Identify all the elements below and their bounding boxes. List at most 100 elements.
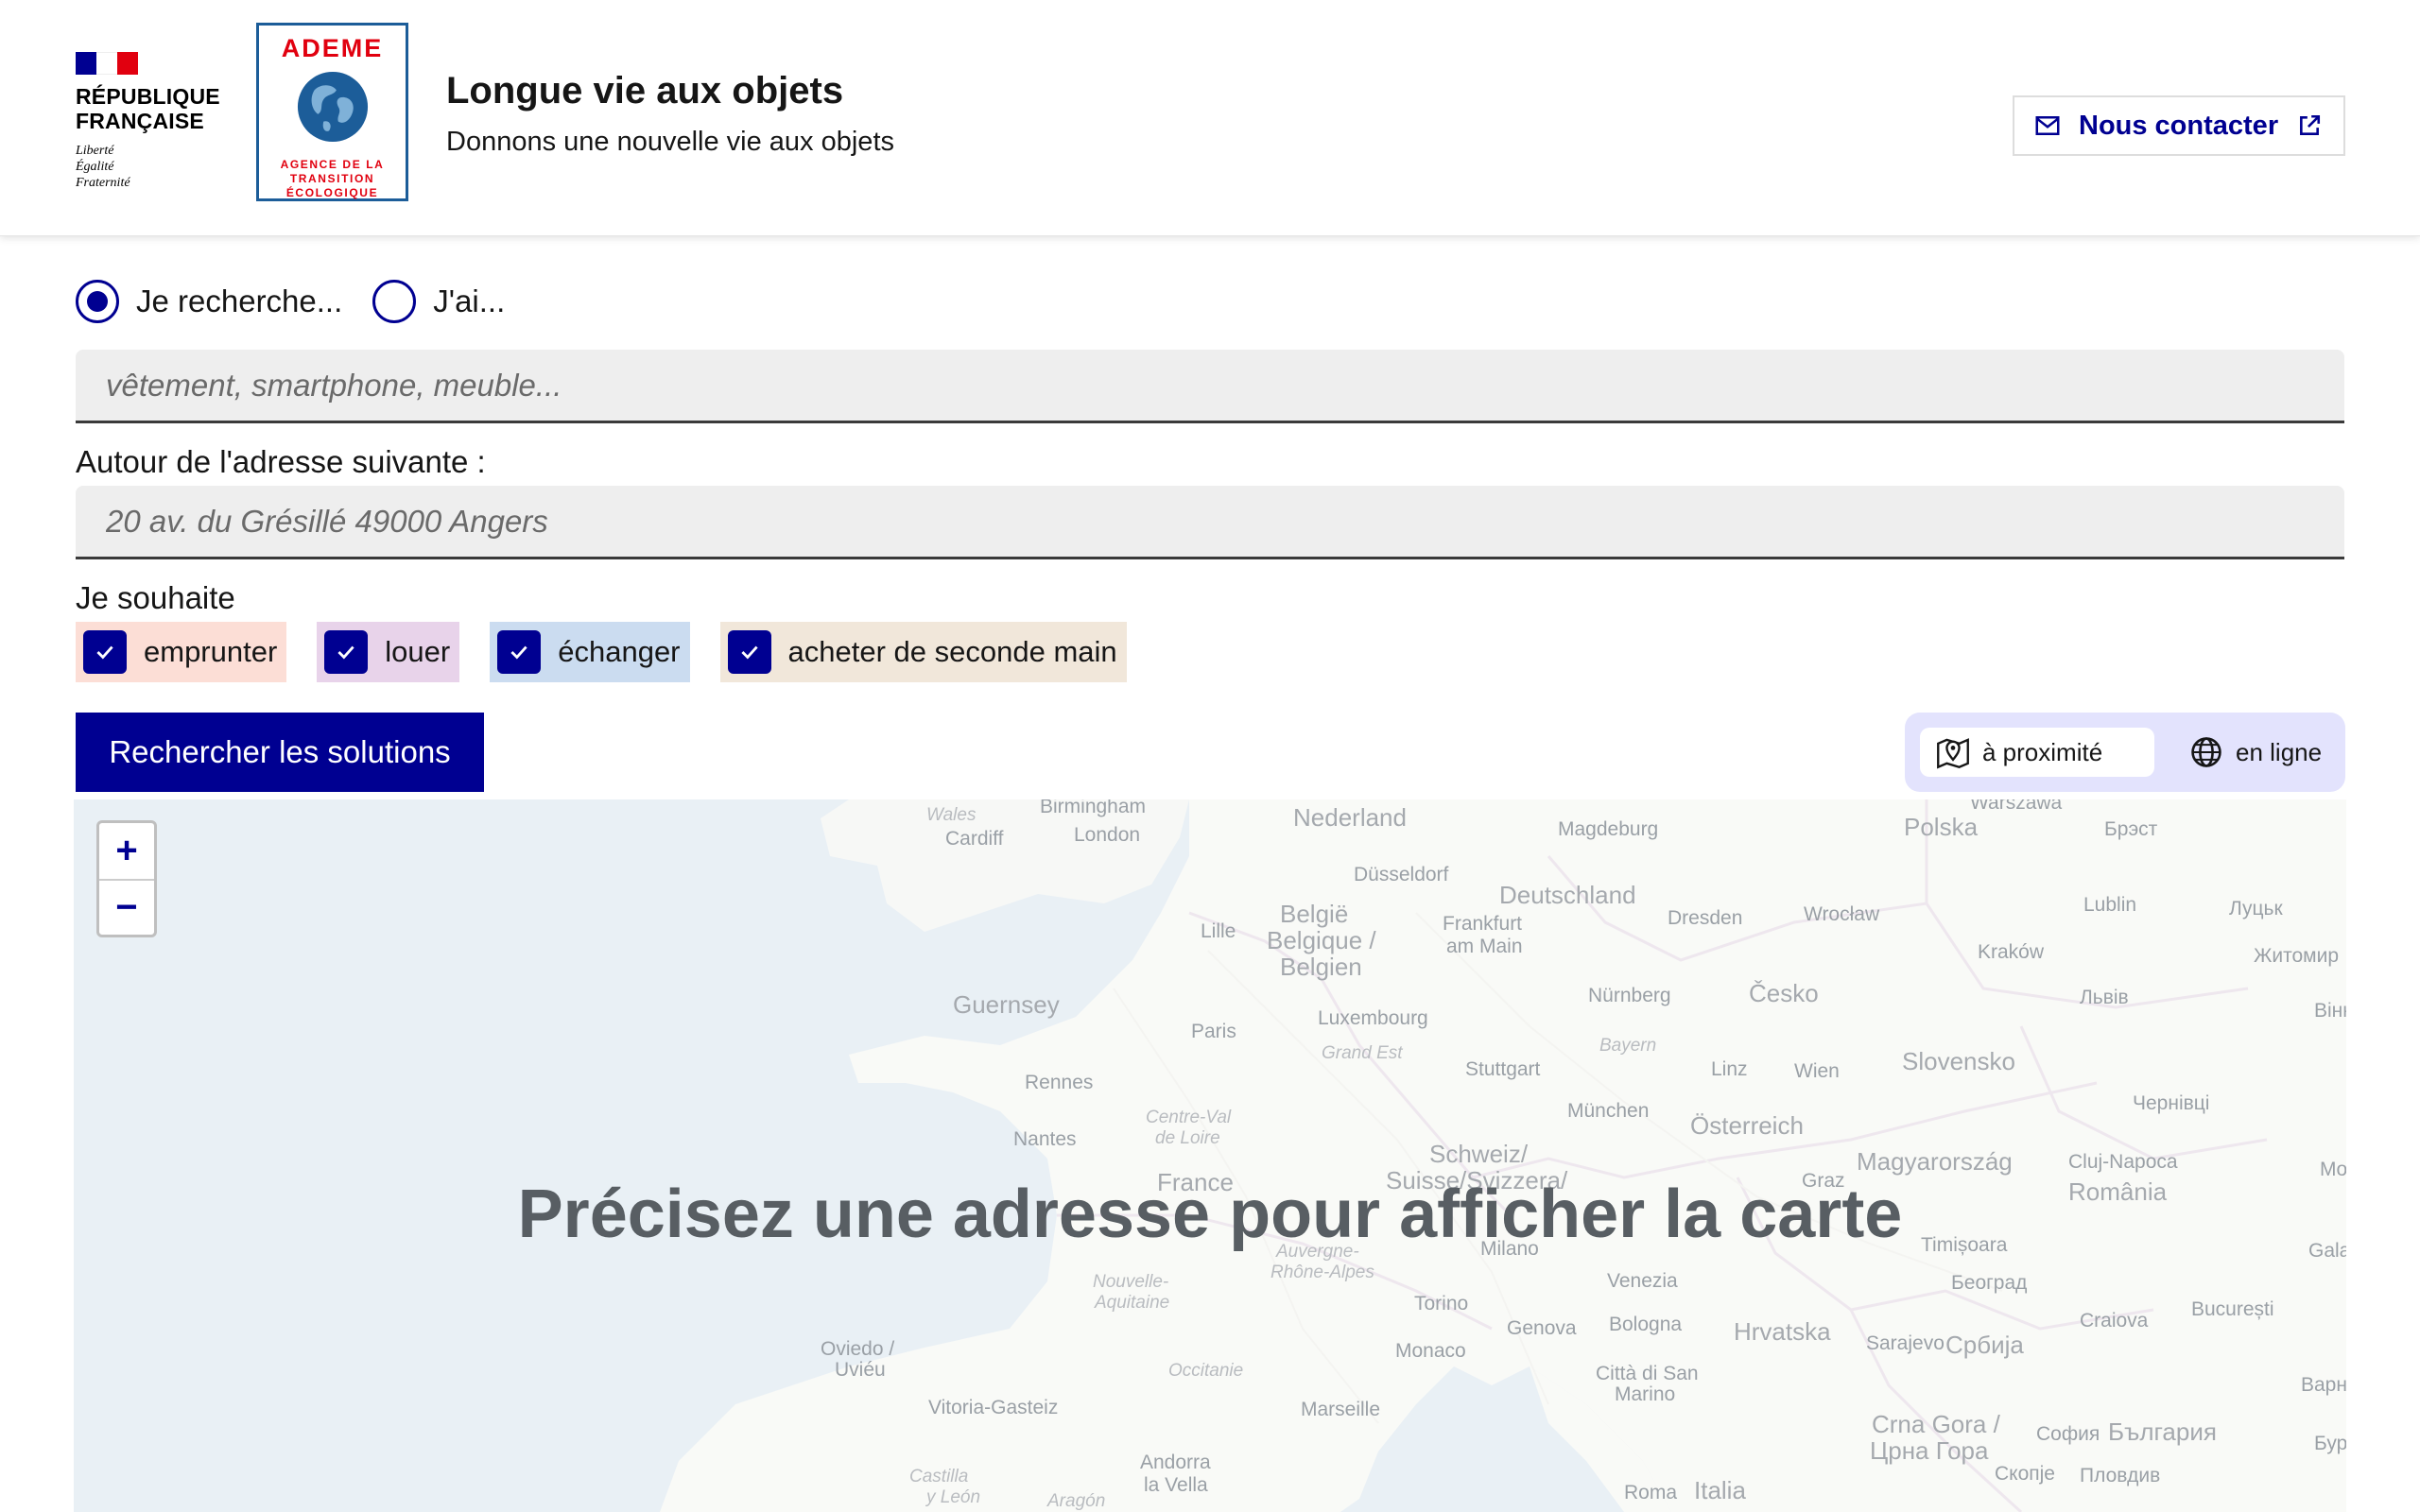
map-place-label: Nederland xyxy=(1293,803,1407,832)
external-link-icon xyxy=(2297,113,2322,138)
map-place-label: België xyxy=(1280,900,1349,928)
map-place-label: Nürnberg xyxy=(1588,985,1671,1006)
globe-icon xyxy=(2187,732,2226,772)
map-place-label: Скопје xyxy=(1995,1463,2055,1485)
wish-label: Je souhaite xyxy=(76,580,235,615)
toggle-nearby-label: à proximité xyxy=(1982,737,2103,766)
map-place-label: Бур xyxy=(2314,1433,2346,1454)
toggle-nearby[interactable]: à proximité xyxy=(1920,728,2154,777)
map-place-label: de Loire xyxy=(1155,1128,1220,1148)
map-place-label: Luxembourg xyxy=(1318,1007,1428,1029)
radio-label-have[interactable]: J'ai... xyxy=(433,284,505,319)
view-mode-toggle: à proximité en ligne xyxy=(1905,713,2345,792)
map-place-label: Venezia xyxy=(1607,1270,1678,1292)
map-place-label: Bayern xyxy=(1599,1036,1657,1056)
checkbox-checked-icon[interactable] xyxy=(83,630,127,674)
map-place-label: Србија xyxy=(1945,1331,2024,1359)
republique-motto: Liberté Égalité Fraternité xyxy=(76,144,130,190)
ademe-subtitle: AGENCE DE LA TRANSITION ÉCOLOGIQUE xyxy=(280,158,385,199)
globe-icon xyxy=(297,71,368,143)
map-place-label: Вінн xyxy=(2314,1000,2346,1022)
mail-icon xyxy=(2033,112,2062,140)
french-flag-icon xyxy=(76,52,138,75)
radio-search-mode-looking[interactable] xyxy=(76,280,119,323)
map-place-label: Vitoria-Gasteiz xyxy=(928,1397,1059,1418)
checkbox-checked-icon[interactable] xyxy=(497,630,542,674)
map-container[interactable]: Birmingham Wales Cardiff London Nederlan… xyxy=(74,799,2346,1512)
map-place-label: Polska xyxy=(1904,813,1979,841)
wish-checkbox-borrow[interactable]: emprunter xyxy=(76,622,287,682)
map-place-label: Crna Gora / xyxy=(1872,1410,2000,1438)
object-search-input[interactable] xyxy=(76,350,2344,423)
map-place-label: Aquitaine xyxy=(1095,1293,1170,1313)
republique-francaise-logo[interactable]: RÉPUBLIQUE FRANÇAISE Liberté Égalité Fra… xyxy=(76,52,236,191)
map-place-label: Cardiff xyxy=(945,828,1004,850)
map-place-label: България xyxy=(2108,1418,2217,1446)
map-place-label: București xyxy=(2191,1298,2274,1320)
map-place-label: Marino xyxy=(1615,1383,1676,1405)
map-place-label: Genova xyxy=(1507,1317,1577,1339)
map-place-label: Aragón xyxy=(1047,1491,1106,1511)
wish-checkbox-exchange[interactable]: échanger xyxy=(490,622,690,682)
map-place-label: Birmingham xyxy=(1040,799,1147,817)
map-place-label: Belgique / xyxy=(1267,926,1376,954)
map-place-label: Rennes xyxy=(1025,1072,1094,1093)
republique-name: RÉPUBLIQUE FRANÇAISE xyxy=(76,84,220,133)
map-place-label: Lille xyxy=(1201,920,1236,942)
wish-checkbox-buy-second-hand[interactable]: acheter de seconde main xyxy=(719,622,1127,682)
map-place-label: Slovensko xyxy=(1902,1047,2015,1075)
wish-label-buy-second-hand: acheter de seconde main xyxy=(787,635,1117,668)
wish-checkbox-rent[interactable]: louer xyxy=(317,622,460,682)
map-place-label: Uviéu xyxy=(835,1359,886,1381)
map-place-label: Magdeburg xyxy=(1558,818,1659,840)
contact-button[interactable]: Nous contacter xyxy=(2013,95,2345,156)
map-place-label: Београд xyxy=(1951,1272,2028,1294)
map-place-label: Occitanie xyxy=(1168,1361,1244,1381)
wish-checkbox-group: emprunter louer échanger acheter de seco… xyxy=(76,622,1157,682)
wish-label-exchange: échanger xyxy=(558,635,681,668)
ademe-logo[interactable]: ADEME AGENCE DE LA TRANSITION ÉCOLOGIQUE xyxy=(256,23,408,201)
wish-label-borrow: emprunter xyxy=(144,635,278,668)
checkbox-checked-icon[interactable] xyxy=(324,630,369,674)
checkbox-checked-icon[interactable] xyxy=(727,630,771,674)
map-pin-icon xyxy=(1933,732,1973,772)
radio-label-looking[interactable]: Je recherche... xyxy=(136,284,342,319)
map-place-label: София xyxy=(2036,1423,2100,1445)
map-place-label: Житомир xyxy=(2254,945,2340,967)
map-place-label: Guernsey xyxy=(953,990,1060,1019)
map-place-label: Torino xyxy=(1414,1293,1469,1314)
wish-label-rent: louer xyxy=(385,635,451,668)
map-place-label: Grand Est xyxy=(1322,1043,1403,1063)
map-place-label: Kraków xyxy=(1978,941,2045,963)
zoom-in-button[interactable]: + xyxy=(99,823,154,879)
map-place-label: y León xyxy=(926,1487,981,1507)
map-place-label: Cluj-Napoca xyxy=(2068,1151,2178,1173)
address-input[interactable] xyxy=(76,486,2344,559)
map-place-label: München xyxy=(1567,1100,1650,1122)
map-place-label: Andorra xyxy=(1140,1452,1211,1473)
map-zoom-control: + − xyxy=(96,820,157,937)
map-place-label: Schweiz/ xyxy=(1429,1140,1529,1168)
search-mode-radio-group: Je recherche... J'ai... xyxy=(76,280,535,323)
map-place-label: la Vella xyxy=(1144,1474,1208,1496)
map-place-label: Linz xyxy=(1711,1058,1748,1080)
map-place-label: Чернівці xyxy=(2133,1092,2210,1114)
map-place-label: Stuttgart xyxy=(1465,1058,1541,1080)
site-tagline: Donnons une nouvelle vie aux objets xyxy=(446,127,894,157)
map-place-label: Nouvelle- xyxy=(1093,1272,1169,1292)
contact-label: Nous contacter xyxy=(2079,110,2279,141)
search-solutions-button[interactable]: Rechercher les solutions xyxy=(76,713,484,792)
toggle-online-label: en ligne xyxy=(2236,737,2323,766)
map-place-label: Frankfurt xyxy=(1443,913,1523,935)
radio-search-mode-have[interactable] xyxy=(372,280,417,323)
map-place-label: Magyarország xyxy=(1857,1147,2013,1176)
map-place-label: Düsseldorf xyxy=(1354,864,1449,885)
toggle-online[interactable]: en ligne xyxy=(2173,728,2334,777)
map-place-label: Пловдив xyxy=(2080,1465,2161,1486)
zoom-out-button[interactable]: − xyxy=(99,879,154,935)
map-place-label: Centre-Val xyxy=(1146,1108,1232,1127)
site-title[interactable]: Longue vie aux objets xyxy=(446,70,843,112)
map-place-label: Wales xyxy=(926,805,977,825)
map-place-label: Oviedo / xyxy=(821,1338,895,1360)
map-place-label: Црна Гора xyxy=(1870,1436,1989,1465)
